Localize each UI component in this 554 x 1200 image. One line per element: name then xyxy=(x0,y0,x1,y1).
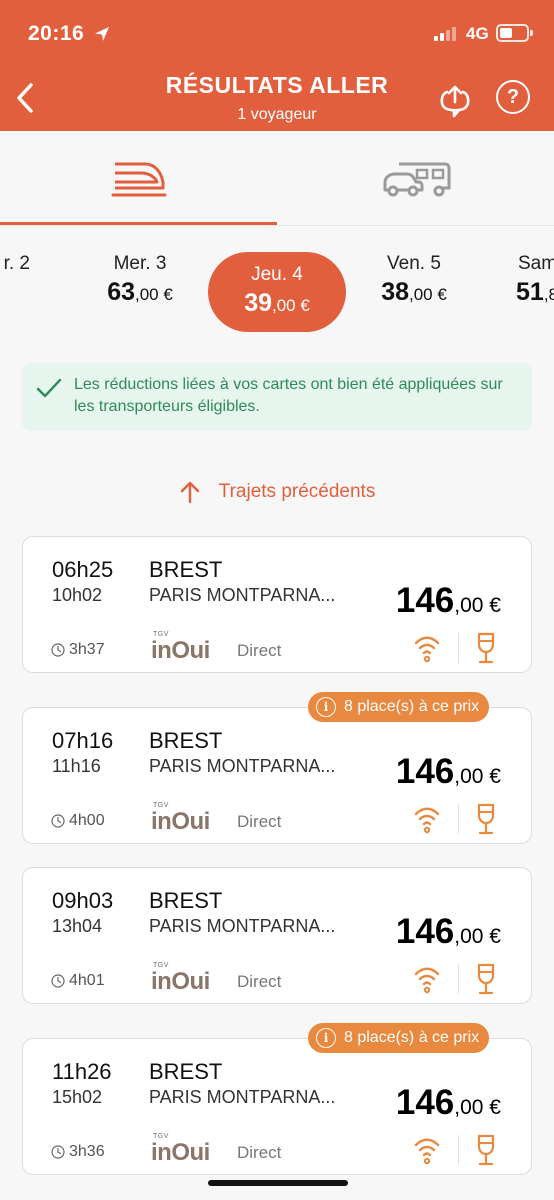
home-indicator xyxy=(208,1180,348,1186)
journey-price: 146,00 € xyxy=(395,581,501,620)
journey-card[interactable]: 06h25 BREST 10h02 PARIS MONTPARNA... 146,00 … xyxy=(22,536,532,673)
clock-icon xyxy=(51,974,65,988)
operator-logo: TGV inOui xyxy=(151,1133,210,1166)
date-selector: r. 2 - Mer. 3 63,00 € Jeu. 4 39,00 € Ven… xyxy=(0,226,554,356)
tab-train[interactable] xyxy=(0,131,277,226)
clock-icon xyxy=(51,643,65,657)
journey-price: 146,00 € xyxy=(395,912,501,951)
divider xyxy=(458,964,459,994)
transport-mode-tabs xyxy=(0,131,554,226)
operator-logo: TGV inOui xyxy=(151,962,210,995)
previous-trips-label: Trajets précédents xyxy=(218,481,376,502)
journey-card[interactable]: 11h26 BREST 15h02 PARIS MONTPARNA... 146,00 … xyxy=(22,1038,532,1175)
seats-left-badge: i8 place(s) à ce prix xyxy=(308,1023,490,1053)
discount-info-banner: Les réductions liées à vos cartes ont bi… xyxy=(22,363,532,431)
arrival-time: 15h02 xyxy=(52,1087,103,1107)
journey-type: Direct xyxy=(237,812,282,831)
share-button[interactable] xyxy=(437,80,473,118)
date-option[interactable]: Ven. 5 38,00 € xyxy=(352,252,476,332)
help-button[interactable]: ? xyxy=(496,80,530,114)
departure-station: BREST xyxy=(149,728,223,753)
signal-icon xyxy=(434,27,460,41)
wifi-icon xyxy=(414,1138,440,1165)
bar-wine-glass-icon xyxy=(477,803,495,835)
departure-time: 11h26 xyxy=(52,1059,112,1084)
divider xyxy=(458,804,459,834)
departure-station: BREST xyxy=(149,888,223,913)
journey-duration: 4h01 xyxy=(51,972,105,990)
arrival-station: PARIS MONTPARNA... xyxy=(149,1087,336,1107)
arrival-time: 13h04 xyxy=(52,916,103,936)
bar-wine-glass-icon xyxy=(477,963,495,995)
bus-car-icon xyxy=(383,162,450,196)
battery-icon xyxy=(496,24,533,42)
wifi-icon xyxy=(414,967,440,994)
network-label: 4G xyxy=(466,24,489,43)
journey-type: Direct xyxy=(237,972,282,991)
question-icon: ? xyxy=(506,85,520,108)
status-bar: 20:16 4G xyxy=(0,0,554,62)
journey-price: 146,00 € xyxy=(395,1083,501,1122)
date-option[interactable]: r. 2 - xyxy=(0,252,40,332)
journey-type: Direct xyxy=(237,641,282,660)
status-time: 20:16 xyxy=(28,22,85,45)
date-option-selected[interactable]: Jeu. 4 39,00 € xyxy=(208,252,346,332)
date-option[interactable]: Mer. 3 63,00 € xyxy=(78,252,202,332)
arrival-time: 10h02 xyxy=(52,585,103,605)
arrival-time: 11h16 xyxy=(52,756,101,776)
journey-duration: 3h36 xyxy=(51,1143,105,1161)
departure-time: 06h25 xyxy=(52,557,114,582)
location-arrow-icon xyxy=(95,27,109,41)
departure-time: 07h16 xyxy=(52,728,114,753)
journey-card[interactable]: 07h16 BREST 11h16 PARIS MONTPARNA... 146,00 … xyxy=(22,707,532,844)
check-icon xyxy=(36,378,62,398)
bar-wine-glass-icon xyxy=(477,1134,495,1166)
train-icon xyxy=(111,162,166,196)
arrival-station: PARIS MONTPARNA... xyxy=(149,585,336,605)
info-message: Les réductions liées à vos cartes ont bi… xyxy=(74,376,503,415)
header: 20:16 4G RÉSULTATS ALLER 1 voyageur ? xyxy=(0,0,554,131)
previous-trips-button[interactable]: Trajets précédents xyxy=(0,476,554,508)
journey-card[interactable]: 09h03 BREST 13h04 PARIS MONTPARNA... 146,00 … xyxy=(22,867,532,1004)
tab-bus-car[interactable] xyxy=(277,131,554,226)
departure-station: BREST xyxy=(149,557,223,582)
share-icon xyxy=(440,85,470,118)
departure-station: BREST xyxy=(149,1059,223,1084)
arrival-station: PARIS MONTPARNA... xyxy=(149,756,336,776)
clock-icon xyxy=(51,1145,65,1159)
divider xyxy=(458,633,459,663)
journey-price: 146,00 € xyxy=(395,752,501,791)
seats-left-badge: i8 place(s) à ce prix xyxy=(308,692,490,722)
arrival-station: PARIS MONTPARNA... xyxy=(149,916,336,936)
wifi-icon xyxy=(414,636,440,663)
operator-logo: TGV inOui xyxy=(151,631,210,664)
date-option[interactable]: Sam 51,8 xyxy=(514,252,554,332)
arrow-up-icon xyxy=(180,481,199,504)
operator-logo: TGV inOui xyxy=(151,802,210,835)
journey-duration: 3h37 xyxy=(51,641,105,659)
info-icon: i xyxy=(316,697,336,717)
divider xyxy=(458,1135,459,1165)
departure-time: 09h03 xyxy=(52,888,114,913)
journey-type: Direct xyxy=(237,1143,282,1162)
wifi-icon xyxy=(414,807,440,834)
info-icon: i xyxy=(316,1028,336,1048)
journey-duration: 4h00 xyxy=(51,812,105,830)
bar-wine-glass-icon xyxy=(477,632,495,664)
clock-icon xyxy=(51,814,65,828)
